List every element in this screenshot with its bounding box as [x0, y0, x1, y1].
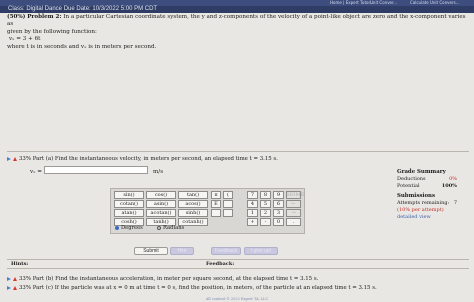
- attempts-row: Attempts remaining: 7: [397, 200, 463, 207]
- feedback-button[interactable]: Feedback: [211, 247, 241, 255]
- expand-arrow-icon[interactable]: [7, 156, 11, 161]
- expand-arrow-icon[interactable]: [7, 276, 11, 281]
- divider: [7, 151, 469, 152]
- problem-score: (50%): [7, 14, 26, 20]
- radio-selected-icon: [115, 225, 119, 230]
- key-6[interactable]: 6: [273, 200, 284, 208]
- part-b-percent: 33% Part (b): [19, 276, 54, 282]
- radians-option[interactable]: Radians: [157, 225, 184, 231]
- part-a-question: Find the instantaneous velocity, in mete…: [54, 156, 278, 162]
- problem-equation: vₓ = 3 + 6t: [9, 36, 41, 43]
- assignment-header: Class: Digital Dance Due Date: 10/3/2022…: [0, 6, 474, 13]
- key-minus[interactable]: -: [260, 218, 271, 226]
- calculator-keypad: sin() cos() tan() cotan() asin() acos() …: [110, 188, 305, 234]
- key-9[interactable]: 9: [273, 191, 284, 199]
- key-acos[interactable]: acos(): [178, 200, 208, 208]
- key-plus[interactable]: +: [247, 218, 258, 226]
- warning-icon: [13, 285, 17, 290]
- key-0[interactable]: 0: [273, 218, 284, 226]
- problem-title: Problem 2:: [27, 14, 62, 20]
- submit-button[interactable]: Submit: [134, 247, 168, 255]
- grade-title: Grade Summary: [397, 169, 446, 175]
- answer-input[interactable]: [44, 166, 148, 174]
- potential-label: Potential: [397, 183, 420, 189]
- give-up-button[interactable]: I give up!: [244, 247, 278, 255]
- key-asin[interactable]: asin(): [146, 200, 176, 208]
- key-acotan[interactable]: acotan(): [146, 209, 176, 217]
- attempts-label: Attempts remaining:: [397, 200, 450, 206]
- warning-icon: [13, 276, 17, 281]
- deductions-value: 0%: [449, 176, 457, 182]
- key-atan[interactable]: atan(): [114, 209, 144, 217]
- problem-statement: (50%) Problem 2: In a particular Cartesi…: [7, 14, 467, 51]
- radio-empty-icon: [157, 225, 161, 230]
- hint-button[interactable]: Hint: [170, 247, 194, 255]
- degrees-option[interactable]: Degrees: [115, 225, 143, 231]
- part-b-header: 33% Part (b) Find the instantaneous acce…: [7, 276, 318, 282]
- answer-variable-label: vₓ =: [30, 169, 42, 175]
- part-a-header: 33% Part (a) Find the instantaneous velo…: [7, 156, 278, 162]
- footer-copyright: All content © 2022 Expert TA, LLC: [205, 297, 269, 301]
- key-e[interactable]: E: [211, 200, 221, 208]
- potential-row: Potential 100%: [397, 183, 463, 190]
- grade-summary: Grade Summary Deductions 0% Potential 100%…: [397, 169, 463, 221]
- key-sinh[interactable]: sinh(): [178, 209, 208, 217]
- browser-tab[interactable]: Unit Conver...: [370, 0, 397, 5]
- problem-note: where t is in seconds and vₓ is in meter…: [7, 43, 157, 50]
- browser-tab[interactable]: Calculate Unit Convers...: [410, 0, 460, 5]
- key-blank[interactable]: [223, 209, 233, 217]
- deductions-label: Deductions: [397, 176, 426, 182]
- key-left-arrow[interactable]: ←: [286, 200, 301, 208]
- problem-text-line2: given by the following function:: [7, 28, 97, 35]
- attempts-value: 7: [453, 200, 457, 206]
- browser-tab[interactable]: Home | Expert Tutor...: [330, 0, 374, 5]
- degrees-label: Degrees: [121, 225, 143, 231]
- key-cotan[interactable]: cotan(): [114, 200, 144, 208]
- expand-arrow-icon[interactable]: [7, 285, 11, 290]
- key-pi[interactable]: π: [211, 191, 221, 199]
- key-tan[interactable]: tan(): [178, 191, 208, 199]
- key-cos[interactable]: cos(): [146, 191, 176, 199]
- answer-unit: m/s: [153, 169, 164, 175]
- key-7[interactable]: 7: [247, 191, 258, 199]
- key-5[interactable]: 5: [260, 200, 271, 208]
- hints-feedback-bar: Hints: Feedback:: [7, 259, 469, 269]
- key-sin[interactable]: sin(): [114, 191, 144, 199]
- key-1[interactable]: 1: [247, 209, 258, 217]
- part-b-question: Find the instantaneous acceleration, in …: [55, 276, 319, 282]
- problem-text-line1: In a particular Cartesian coordinate sys…: [7, 14, 466, 28]
- warning-icon: [13, 156, 17, 161]
- part-c-question: If the particle was at x = 0 m at time t…: [54, 285, 377, 291]
- submissions-title: Submissions: [397, 193, 436, 199]
- per-attempt-note: (10% per attempt): [397, 207, 444, 213]
- key-2[interactable]: 2: [260, 209, 271, 217]
- part-c-header: 33% Part (c) If the particle was at x = …: [7, 285, 377, 291]
- key-home[interactable]: HOME: [286, 191, 304, 199]
- key-8[interactable]: 8: [260, 191, 271, 199]
- hints-label: Hints:: [11, 261, 29, 267]
- header-text: Class: Digital Dance Due Date: 10/3/2022…: [8, 6, 158, 12]
- key-4[interactable]: 4: [247, 200, 258, 208]
- detailed-view-link[interactable]: detailed view: [397, 214, 463, 221]
- key-3[interactable]: 3: [273, 209, 284, 217]
- feedback-label: Feedback:: [206, 261, 235, 267]
- potential-value: 100%: [441, 183, 457, 189]
- part-c-percent: 33% Part (c): [19, 285, 53, 291]
- part-a-percent: 33% Part (a): [19, 156, 54, 162]
- key-decimal[interactable]: .: [286, 218, 301, 226]
- radians-label: Radians: [163, 225, 185, 231]
- deductions-row: Deductions 0%: [397, 176, 463, 183]
- key-open-paren[interactable]: (: [223, 191, 233, 199]
- key-blank[interactable]: [223, 200, 233, 208]
- key-right-arrow[interactable]: →: [286, 209, 301, 217]
- key-blank[interactable]: [211, 209, 221, 217]
